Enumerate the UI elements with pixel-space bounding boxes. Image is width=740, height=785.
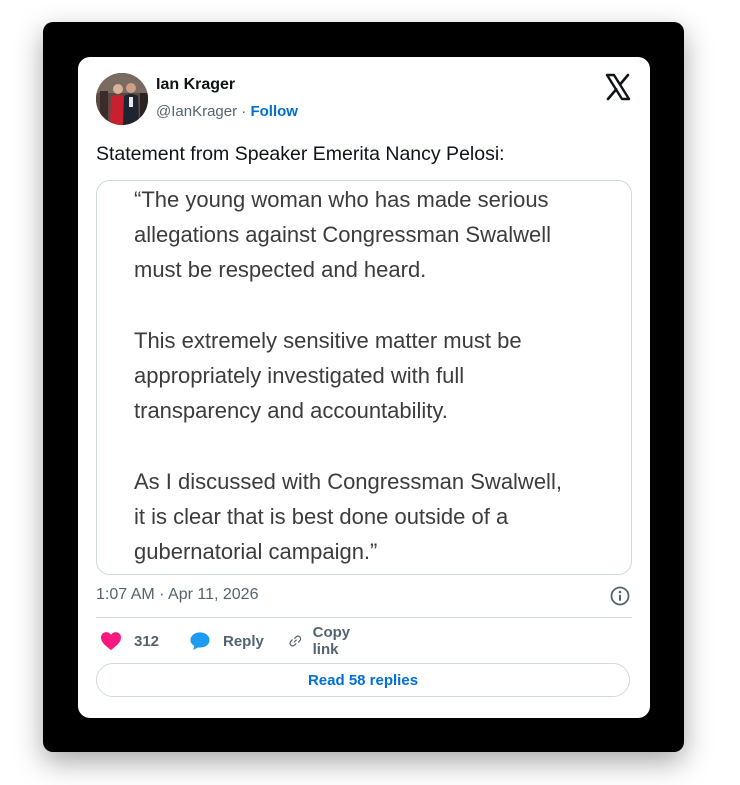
reply-button[interactable]: Reply (189, 628, 264, 654)
quote-line: transparency and accountability. (134, 398, 448, 423)
author-name[interactable]: Ian Krager (156, 76, 235, 94)
like-count: 312 (134, 632, 160, 650)
quote-line: allegations against Congressman Swalwell (134, 222, 552, 247)
quote-line: This extremely sensitive matter must be (134, 328, 522, 353)
copy-link-button[interactable]: Copy link (288, 624, 358, 658)
tweet-text: Statement from Speaker Emerita Nancy Pel… (96, 143, 505, 165)
link-icon (289, 635, 302, 647)
profile-photo-icon (96, 73, 148, 125)
tweet-timestamp[interactable]: 1:07 AM · Apr 11, 2026 (96, 586, 258, 604)
reply-label: Reply (223, 632, 264, 650)
separator-dot: · (241, 103, 247, 120)
quote-line: appropriately investigated with full (134, 363, 465, 388)
tweet-card: Ian Krager @IanKrager · Follow Statement… (78, 57, 650, 718)
heart-icon (101, 632, 121, 651)
copy-link-label: Copy link (312, 624, 351, 658)
follow-link[interactable]: Follow (250, 103, 298, 120)
divider (96, 617, 632, 618)
quote-image[interactable]: “The young woman who has made serious al… (96, 180, 632, 575)
quote-line: “The young woman who has made serious (134, 187, 549, 212)
quote-line: As I discussed with Congressman Swalwell… (134, 469, 562, 494)
quote-line: it is clear that is best done outside of… (134, 504, 509, 529)
quote-paragraph: As I discussed with Congressman Swalwell… (134, 464, 562, 569)
author-handle[interactable]: @IanKrager (156, 103, 237, 120)
reply-bubble-icon (190, 632, 210, 651)
like-button[interactable]: 312 (100, 628, 159, 654)
quote-paragraph: “The young woman who has made serious al… (134, 182, 551, 287)
quote-line: must be respected and heard. (134, 257, 427, 282)
read-replies-button[interactable]: Read 58 replies (96, 663, 630, 697)
info-icon[interactable] (609, 585, 631, 607)
quote-line: gubernatorial campaign.” (134, 539, 378, 564)
x-logo-icon[interactable] (603, 72, 633, 102)
quote-paragraph: This extremely sensitive matter must be … (134, 323, 522, 428)
avatar[interactable] (96, 73, 148, 125)
author-handle-row: @IanKrager · Follow (156, 103, 298, 120)
